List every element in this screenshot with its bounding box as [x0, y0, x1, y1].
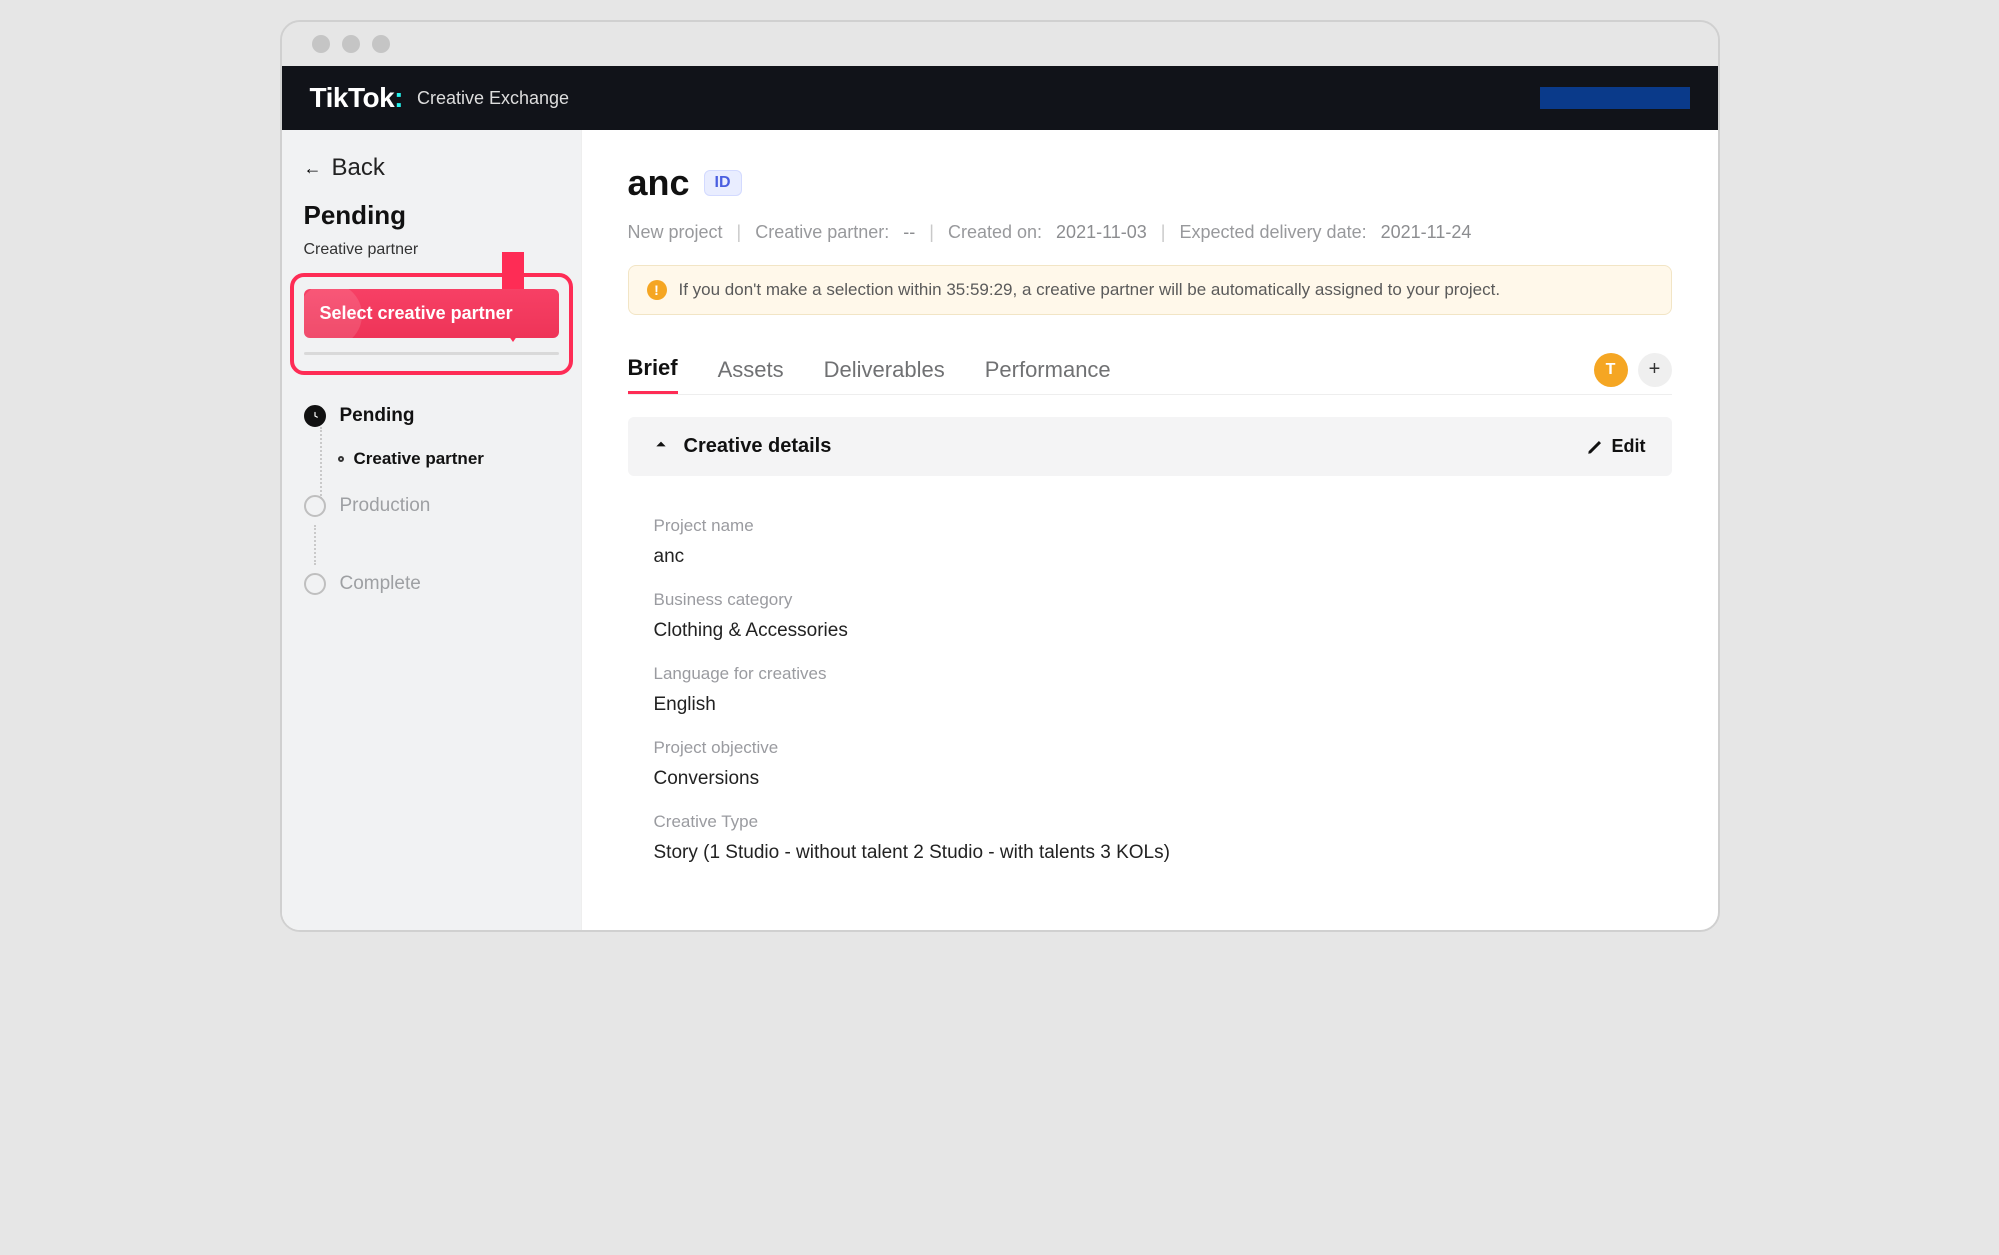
- edit-button[interactable]: Edit: [1586, 436, 1646, 457]
- meta-expected-value: 2021-11-24: [1381, 222, 1472, 243]
- cta-underline: [304, 352, 559, 355]
- sidebar: ← Back Pending Creative partner Select c…: [282, 130, 582, 930]
- field-language: Language for creatives English: [654, 664, 1646, 716]
- brand-name: TikTok: [310, 82, 395, 113]
- browser-titlebar: [282, 22, 1718, 66]
- field-label: Creative Type: [654, 812, 1646, 832]
- tab-deliverables[interactable]: Deliverables: [824, 347, 945, 393]
- separator-icon: |: [929, 222, 934, 243]
- step-circle-icon: [304, 495, 326, 517]
- project-meta: New project | Creative partner: -- | Cre…: [628, 222, 1672, 243]
- window-zoom-icon[interactable]: [372, 35, 390, 53]
- field-label: Business category: [654, 590, 1646, 610]
- meta-partner-label: Creative partner:: [755, 222, 889, 243]
- field-business-category: Business category Clothing & Accessories: [654, 590, 1646, 642]
- brand-colon-icon: :: [394, 82, 403, 113]
- step-pending-label: Pending: [340, 405, 415, 427]
- panel-title: Creative details: [684, 435, 832, 458]
- brand-logo: TikTok:: [310, 82, 403, 114]
- warning-icon: !: [647, 280, 667, 300]
- tabs: Brief Assets Deliverables Performance T …: [628, 345, 1672, 395]
- back-label: Back: [332, 154, 385, 182]
- field-label: Project objective: [654, 738, 1646, 758]
- field-value: Conversions: [654, 768, 1646, 790]
- tab-performance[interactable]: Performance: [985, 347, 1111, 393]
- browser-frame: TikTok: Creative Exchange ← Back Pending…: [280, 20, 1720, 932]
- tab-brief[interactable]: Brief: [628, 345, 678, 394]
- select-creative-partner-button[interactable]: Select creative partner: [304, 289, 559, 338]
- window-minimize-icon[interactable]: [342, 35, 360, 53]
- bullet-icon: [338, 456, 344, 462]
- pencil-icon: [1586, 438, 1604, 456]
- app-header: TikTok: Creative Exchange: [282, 66, 1718, 130]
- meta-expected-label: Expected delivery date:: [1179, 222, 1366, 243]
- step-complete[interactable]: Complete: [304, 565, 559, 603]
- brand-product: Creative Exchange: [417, 88, 569, 109]
- selection-deadline-alert: ! If you don't make a selection within 3…: [628, 265, 1672, 315]
- add-collaborator-button[interactable]: +: [1638, 353, 1672, 387]
- arrow-left-icon: ←: [304, 158, 322, 179]
- field-value: Clothing & Accessories: [654, 620, 1646, 642]
- step-production[interactable]: Production: [304, 487, 559, 525]
- meta-status: New project: [628, 222, 723, 243]
- creative-details-panel-header[interactable]: Creative details Edit: [628, 417, 1672, 476]
- header-account-area[interactable]: [1540, 87, 1690, 109]
- separator-icon: |: [1161, 222, 1166, 243]
- step-production-label: Production: [340, 495, 431, 517]
- step-pending-sub-label: Creative partner: [354, 449, 484, 469]
- sidebar-heading: Pending: [282, 200, 581, 241]
- step-complete-label: Complete: [340, 573, 421, 595]
- back-button[interactable]: ← Back: [282, 148, 581, 200]
- meta-partner-value: --: [903, 222, 915, 243]
- field-objective: Project objective Conversions: [654, 738, 1646, 790]
- window-close-icon[interactable]: [312, 35, 330, 53]
- field-creative-type: Creative Type Story (1 Studio - without …: [654, 812, 1646, 864]
- progress-steps: Pending Creative partner Production Comp…: [282, 397, 581, 603]
- step-pending[interactable]: Pending: [304, 397, 559, 435]
- chevron-up-icon: [654, 437, 668, 456]
- project-title: anc: [628, 162, 690, 204]
- separator-icon: |: [737, 222, 742, 243]
- field-label: Language for creatives: [654, 664, 1646, 684]
- sidebar-subheading: Creative partner: [282, 241, 581, 273]
- step-pending-sub[interactable]: Creative partner: [310, 449, 559, 469]
- annotation-highlight: Select creative partner: [290, 273, 573, 375]
- alert-text: If you don't make a selection within 35:…: [679, 280, 1501, 300]
- step-connector: [314, 525, 559, 565]
- clock-icon: [304, 405, 326, 427]
- id-badge[interactable]: ID: [704, 170, 742, 196]
- field-label: Project name: [654, 516, 1646, 536]
- field-project-name: Project name anc: [654, 516, 1646, 568]
- main-content: anc ID New project | Creative partner: -…: [582, 130, 1718, 930]
- field-value: English: [654, 694, 1646, 716]
- meta-created-value: 2021-11-03: [1056, 222, 1147, 243]
- meta-created-label: Created on:: [948, 222, 1042, 243]
- field-value: anc: [654, 546, 1646, 568]
- avatar[interactable]: T: [1594, 353, 1628, 387]
- step-circle-icon: [304, 573, 326, 595]
- edit-label: Edit: [1612, 436, 1646, 457]
- project-title-row: anc ID: [628, 162, 1672, 204]
- creative-details-body: Project name anc Business category Cloth…: [628, 476, 1672, 864]
- tab-assets[interactable]: Assets: [718, 347, 784, 393]
- field-value: Story (1 Studio - without talent 2 Studi…: [654, 842, 1646, 864]
